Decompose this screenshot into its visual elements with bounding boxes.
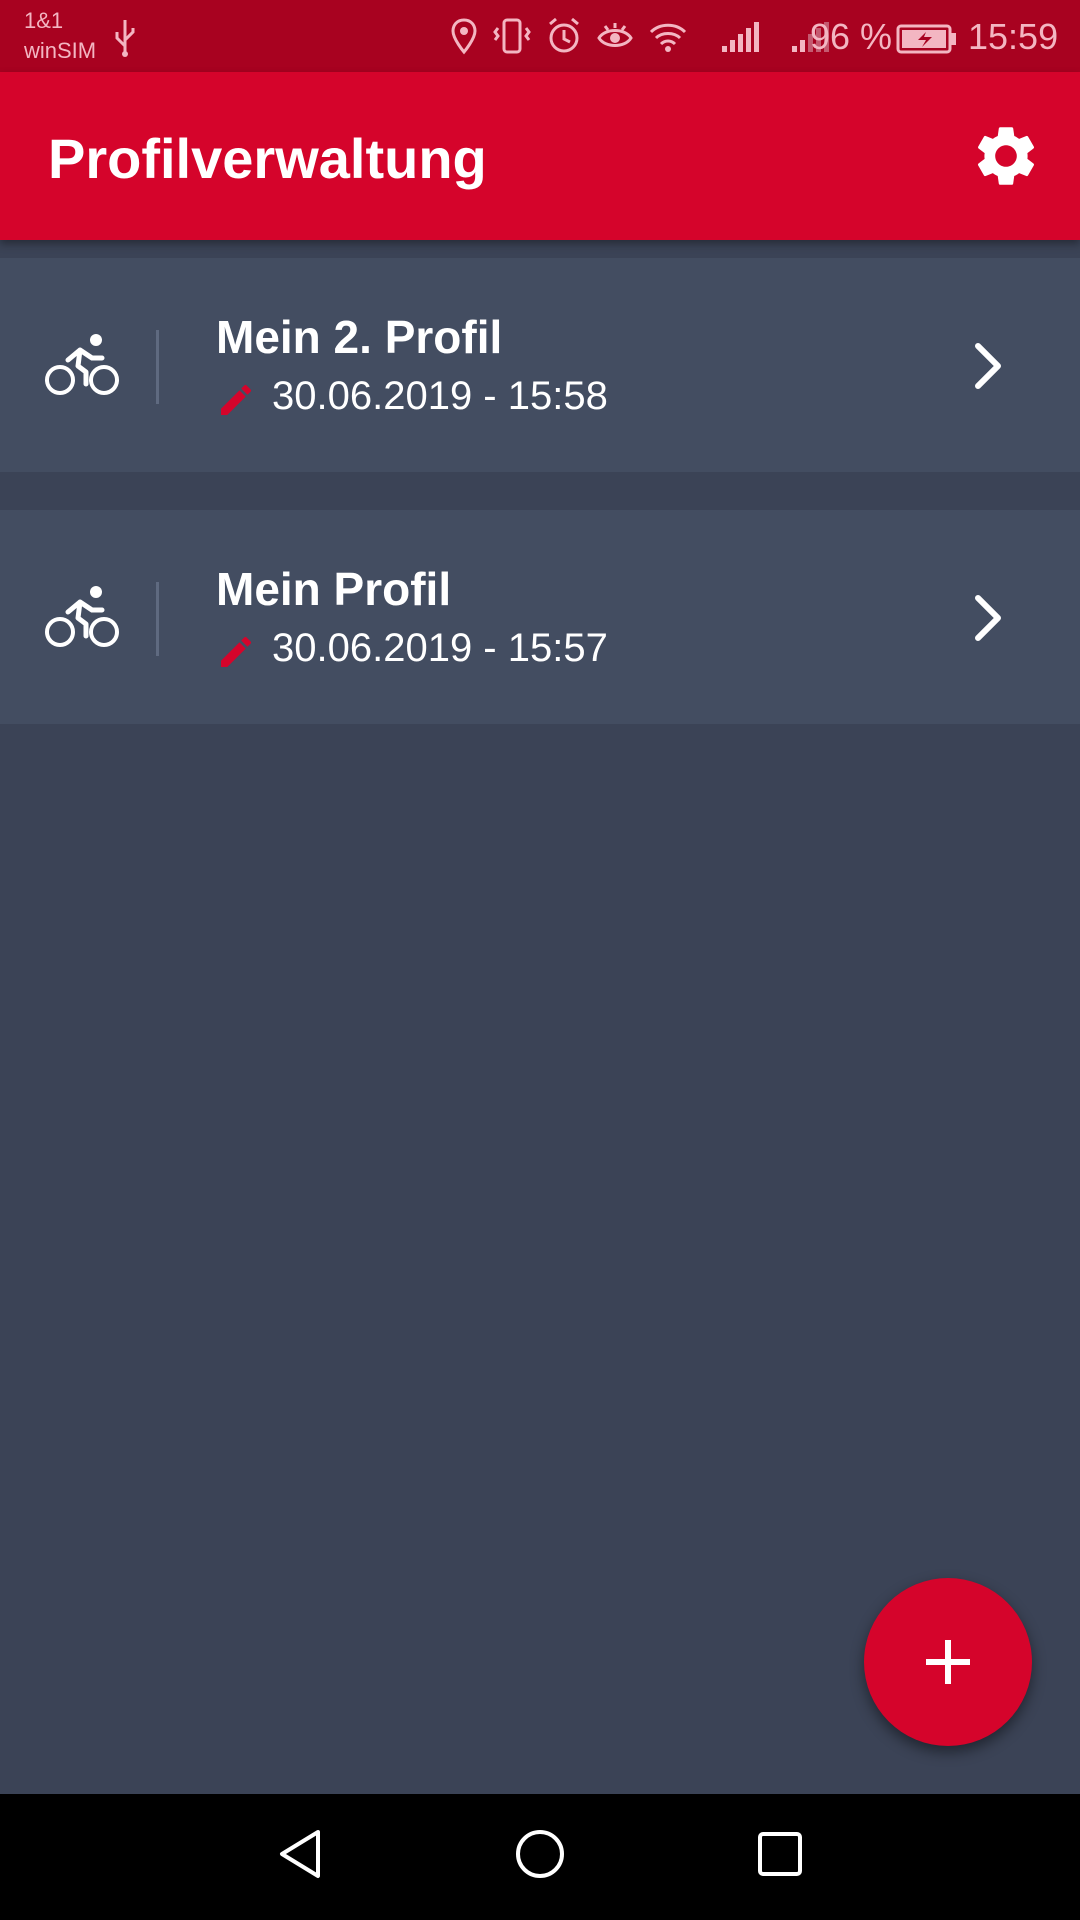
profile-name: Mein Profil xyxy=(216,563,452,615)
back-icon[interactable] xyxy=(272,1824,328,1884)
plus-icon xyxy=(926,1640,970,1684)
usb-icon xyxy=(115,20,135,57)
profile-name: Mein 2. Profil xyxy=(216,311,503,363)
divider xyxy=(156,330,159,404)
profile-modified-date: 30.06.2019 - 15:58 xyxy=(272,374,608,418)
navigation-bar xyxy=(0,1794,1080,1920)
home-icon[interactable] xyxy=(512,1824,568,1884)
page-title: Profilverwaltung xyxy=(48,127,487,190)
recents-icon[interactable] xyxy=(752,1824,808,1884)
profile-list-item[interactable]: Mein 2. Profil 30.06.2019 - 15:58 xyxy=(0,258,1080,472)
alarm-icon xyxy=(549,17,579,53)
signal-icon xyxy=(722,22,759,52)
chevron-right-icon[interactable] xyxy=(970,340,1006,392)
bike-icon xyxy=(45,334,119,395)
add-profile-button[interactable] xyxy=(864,1578,1032,1746)
status-icons xyxy=(450,16,836,56)
vibrate-icon xyxy=(493,18,531,54)
eye-icon xyxy=(597,23,633,47)
battery-percent: 96 % xyxy=(810,16,893,57)
profile-modified-date: 30.06.2019 - 15:57 xyxy=(272,626,608,670)
profile-list-item[interactable]: Mein Profil 30.06.2019 - 15:57 xyxy=(0,510,1080,724)
status-bar: 1&1 winSIM 96 % 15:59 xyxy=(0,0,1080,72)
wifi-icon xyxy=(649,23,687,52)
chevron-right-icon[interactable] xyxy=(970,592,1006,644)
gear-icon[interactable] xyxy=(970,120,1042,192)
carrier-label: 1&1 winSIM xyxy=(24,8,97,63)
pencil-icon xyxy=(221,384,252,415)
pencil-icon xyxy=(221,636,252,667)
app-bar: Profilverwaltung xyxy=(0,72,1080,240)
bike-icon xyxy=(45,586,119,647)
location-icon xyxy=(451,18,477,55)
clock: 15:59 xyxy=(968,16,1059,57)
divider xyxy=(156,582,159,656)
battery-charging-icon xyxy=(896,24,956,54)
